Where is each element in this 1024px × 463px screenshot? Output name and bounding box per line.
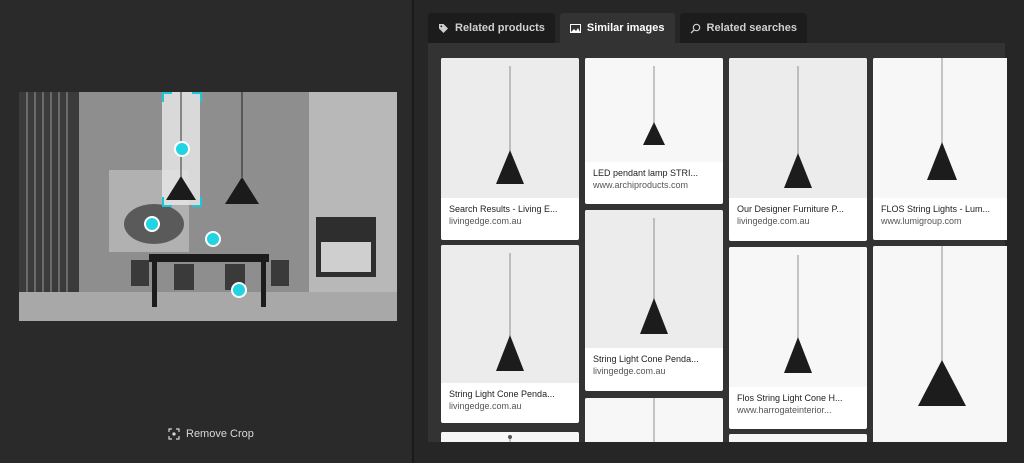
crop-handle-bottom-right[interactable] bbox=[192, 197, 202, 207]
pendant-lamp-image bbox=[640, 218, 668, 334]
result-source: www.harrogateinterior... bbox=[737, 405, 832, 415]
result-card[interactable] bbox=[585, 398, 723, 442]
result-tabs: Related products Similar images Related … bbox=[428, 13, 808, 43]
result-source: www.archiproducts.com bbox=[593, 180, 689, 190]
search-icon bbox=[690, 23, 700, 33]
pendant-lamp-image bbox=[508, 435, 512, 442]
result-source: livingedge.com.au bbox=[737, 216, 810, 226]
tag-icon bbox=[439, 23, 448, 33]
result-title: LED pendant lamp STRI... bbox=[593, 168, 699, 178]
result-card[interactable]: Our Designer Furniture P... livingedge.c… bbox=[729, 58, 867, 241]
result-title: Flos String Light Cone H... bbox=[737, 393, 843, 403]
result-title: String Light Cone Penda... bbox=[593, 354, 699, 364]
tab-related-products[interactable]: Related products bbox=[428, 13, 555, 43]
result-card[interactable]: Search Results - Living E... livingedge.… bbox=[441, 58, 579, 240]
pendant-lamp-image bbox=[918, 246, 966, 406]
result-thumbnail bbox=[441, 245, 579, 383]
pendant-lamp-image bbox=[496, 66, 524, 184]
result-title: Search Results - Living E... bbox=[449, 204, 558, 214]
crop-handle-top-right[interactable] bbox=[192, 92, 202, 102]
result-card[interactable] bbox=[729, 434, 867, 442]
result-thumbnail bbox=[873, 246, 1007, 442]
result-thumbnail bbox=[729, 434, 867, 442]
pendant-lamp-image bbox=[927, 58, 957, 180]
similar-images-grid: Search Results - Living E... livingedge.… bbox=[441, 58, 1007, 442]
source-photo bbox=[19, 92, 397, 321]
remove-crop-label: Remove Crop bbox=[186, 428, 254, 440]
tab-similar-images[interactable]: Similar images bbox=[559, 13, 675, 43]
result-source: livingedge.com.au bbox=[449, 216, 522, 226]
pendant-lamp-image bbox=[496, 253, 524, 371]
hotspot-dot[interactable] bbox=[144, 216, 160, 232]
result-thumbnail bbox=[585, 58, 723, 162]
tab-related-searches[interactable]: Related searches bbox=[679, 13, 808, 43]
image-icon bbox=[569, 23, 581, 33]
tab-label: Related products bbox=[455, 22, 545, 34]
result-thumbnail bbox=[729, 247, 867, 387]
result-title: String Light Cone Penda... bbox=[449, 389, 555, 399]
result-thumbnail bbox=[729, 58, 867, 198]
crop-handle-bottom-left[interactable] bbox=[162, 197, 172, 207]
result-source: livingedge.com.au bbox=[449, 401, 522, 411]
crop-icon bbox=[168, 428, 180, 440]
hotspot-dot[interactable] bbox=[205, 231, 221, 247]
result-card[interactable]: LED pendant lamp STRI... www.archiproduc… bbox=[585, 58, 723, 204]
result-thumbnail bbox=[441, 432, 579, 442]
visual-search-left-panel: Remove Crop bbox=[0, 0, 412, 463]
hotspot-dot[interactable] bbox=[174, 141, 190, 157]
result-source: www.lumigroup.com bbox=[881, 216, 962, 226]
result-thumbnail bbox=[585, 210, 723, 348]
result-title: FLOS String Lights - Lum... bbox=[881, 204, 991, 214]
result-card[interactable]: FLOS String Lights - Lum... www.lumigrou… bbox=[873, 58, 1007, 240]
tab-label: Similar images bbox=[586, 22, 665, 34]
remove-crop-button[interactable]: Remove Crop bbox=[168, 428, 254, 440]
result-card[interactable]: String Light Cone Penda... livingedge.co… bbox=[441, 245, 579, 423]
result-card[interactable]: String Light Cone Penda... livingedge.co… bbox=[585, 210, 723, 391]
pendant-lamp-image bbox=[643, 66, 665, 145]
result-source: livingedge.com.au bbox=[593, 366, 666, 376]
pendant-lamp-image bbox=[653, 398, 655, 442]
result-thumbnail bbox=[585, 398, 723, 442]
pendant-lamp-image bbox=[784, 255, 812, 373]
crop-handle-top-left[interactable] bbox=[162, 92, 172, 102]
result-card[interactable] bbox=[873, 246, 1007, 442]
dining-room-scene bbox=[19, 92, 397, 321]
hotspot-dot[interactable] bbox=[231, 282, 247, 298]
result-thumbnail bbox=[441, 58, 579, 198]
result-card[interactable]: Flos String Light Cone H... www.harrogat… bbox=[729, 247, 867, 429]
result-card[interactable] bbox=[441, 432, 579, 442]
result-title: Our Designer Furniture P... bbox=[737, 204, 844, 214]
tab-label: Related searches bbox=[706, 22, 798, 34]
pendant-lamp-image bbox=[784, 66, 812, 188]
result-thumbnail bbox=[873, 58, 1007, 198]
